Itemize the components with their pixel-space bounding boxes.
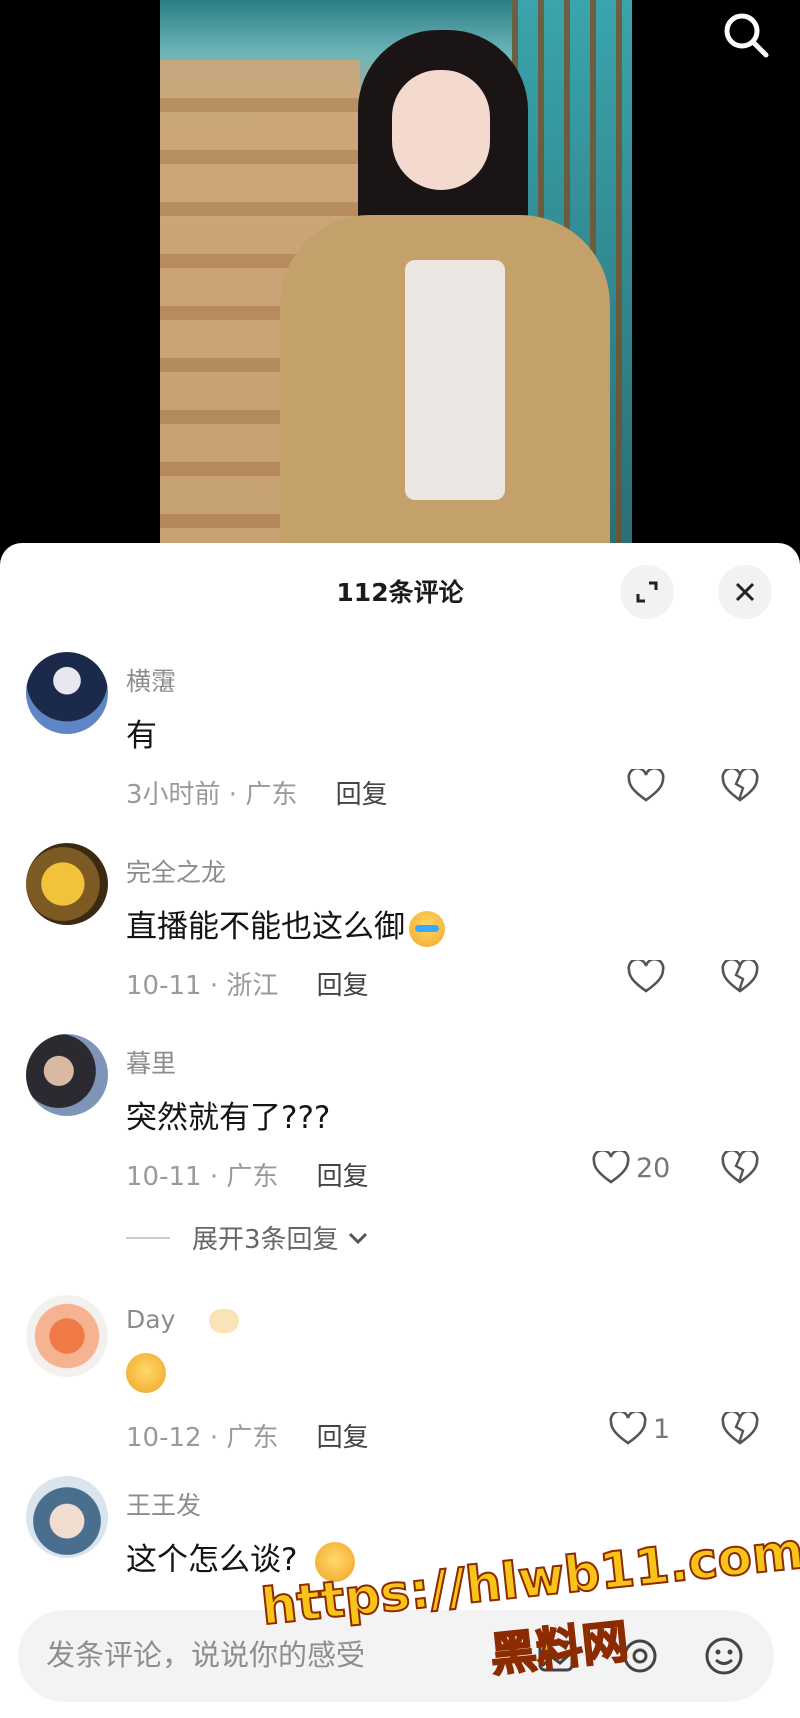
heart-icon: [592, 1151, 630, 1184]
comment-time-location: 10-11 · 浙江: [126, 971, 279, 1001]
search-icon: [724, 13, 769, 57]
close-icon: [735, 582, 755, 602]
heart-icon: [627, 769, 665, 802]
comment-username[interactable]: 王王发: [126, 1486, 201, 1522]
avatar[interactable]: [26, 1034, 108, 1116]
dislike-button[interactable]: [718, 764, 762, 808]
comment-text-content: 直播能不能也这么御: [126, 909, 405, 945]
avatar[interactable]: [26, 1476, 108, 1558]
shy-emoji-icon: [126, 1353, 166, 1393]
comment-time-location: 10-11 · 广东: [126, 1162, 279, 1192]
dislike-button[interactable]: [718, 1407, 762, 1451]
chevron-down-icon: [348, 1232, 367, 1244]
comment-input-bar: [18, 1610, 774, 1702]
badge-icon: [209, 1309, 240, 1333]
image-button[interactable]: [530, 1630, 582, 1682]
like-button[interactable]: 20: [592, 1146, 670, 1190]
like-button[interactable]: 1: [609, 1407, 670, 1451]
comment-username[interactable]: Day: [126, 1305, 240, 1334]
comment-text: 这个怎么谈?: [126, 1534, 356, 1582]
comment-text: 突然就有了???: [126, 1100, 331, 1136]
comment-meta: 10-12 · 广东 回复: [126, 1417, 369, 1454]
broken-heart-icon: [721, 1151, 759, 1184]
like-button[interactable]: [627, 955, 671, 999]
surprised-emoji-icon: [315, 1541, 356, 1582]
heart-icon: [627, 960, 665, 993]
heart-icon: [609, 1412, 647, 1445]
dislike-button[interactable]: [718, 955, 762, 999]
reply-button[interactable]: 回复: [336, 780, 388, 810]
comment-text-content: 这个怎么谈?: [126, 1542, 298, 1578]
comment-username[interactable]: 暮里: [126, 1044, 176, 1080]
expand-icon: [636, 581, 658, 603]
video-player[interactable]: [0, 0, 800, 545]
comment-count-title: 112条评论: [336, 578, 464, 607]
comment-meta: 10-11 · 广东 回复: [126, 1156, 369, 1193]
comment-text: 有: [126, 718, 157, 754]
like-button[interactable]: [627, 764, 671, 808]
video-frame: [160, 0, 632, 545]
expand-replies-button[interactable]: 展开3条回复: [126, 1219, 369, 1256]
crying-emoji-icon: [409, 910, 445, 947]
mention-button[interactable]: [614, 1630, 666, 1682]
at-icon: [623, 1639, 657, 1673]
dislike-button[interactable]: [718, 1146, 762, 1190]
close-button[interactable]: [718, 565, 772, 619]
avatar[interactable]: [26, 1295, 108, 1377]
image-icon: [538, 1640, 574, 1672]
comment-text: [126, 1353, 166, 1393]
like-count: 1: [653, 1413, 671, 1445]
comment-time-location: 10-12 · 广东: [126, 1423, 279, 1453]
comment-username[interactable]: 横霮: [126, 662, 176, 698]
comment-input[interactable]: [46, 1610, 506, 1702]
comment-sheet-header: 112条评论: [0, 543, 800, 635]
expand-replies-label: 展开3条回复: [192, 1225, 339, 1255]
video-person-face: [392, 70, 490, 190]
broken-heart-icon: [721, 769, 759, 802]
avatar[interactable]: [26, 843, 108, 925]
comment-text: 直播能不能也这么御: [126, 901, 445, 947]
emoji-button[interactable]: [698, 1630, 750, 1682]
comment-username-text: Day: [126, 1305, 176, 1334]
broken-heart-icon: [721, 1412, 759, 1445]
divider-line: [126, 1236, 170, 1239]
reply-button[interactable]: 回复: [317, 971, 369, 1001]
comment-meta: 3小时前 · 广东 回复: [126, 774, 388, 811]
reply-button[interactable]: 回复: [317, 1423, 369, 1453]
expand-sheet-button[interactable]: [620, 565, 674, 619]
reply-button[interactable]: 回复: [317, 1162, 369, 1192]
smiley-icon: [705, 1637, 743, 1675]
like-count: 20: [636, 1152, 671, 1184]
comment-username[interactable]: 完全之龙: [126, 853, 226, 889]
broken-heart-icon: [721, 960, 759, 993]
comment-sheet: 112条评论: [0, 543, 800, 1718]
comment-time-location: 3小时前 · 广东: [126, 780, 298, 810]
comment-meta: 10-11 · 浙江 回复: [126, 965, 369, 1002]
search-button[interactable]: [718, 8, 774, 64]
avatar[interactable]: [26, 652, 108, 734]
video-person-top: [405, 260, 505, 500]
